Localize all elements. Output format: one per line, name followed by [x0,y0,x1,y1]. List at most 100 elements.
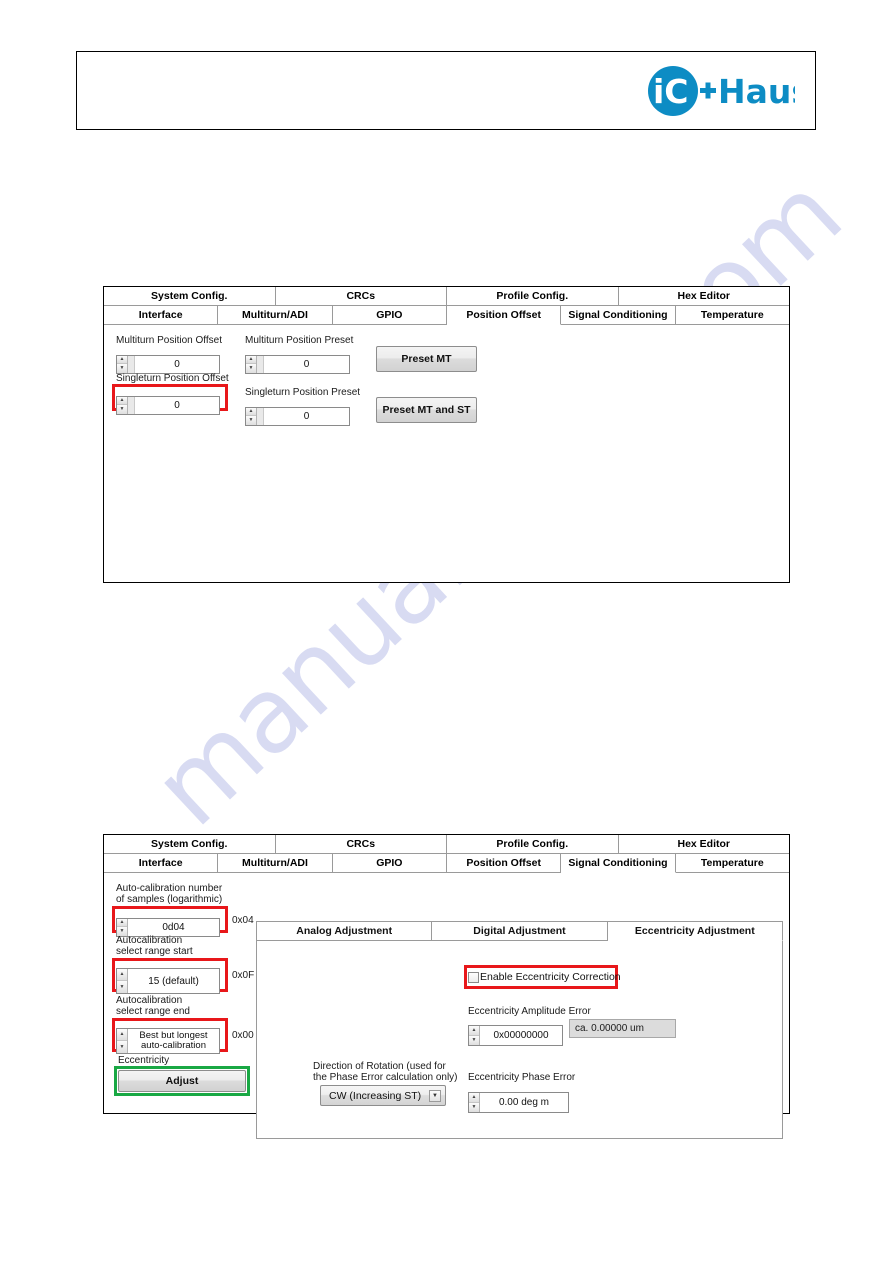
spinner-arrows[interactable]: ▲ ▼ [117,355,128,373]
tab-crcs[interactable]: CRCs [275,287,447,305]
checkbox-icon[interactable] [468,971,479,983]
spinner-arrows[interactable]: ▲ ▼ [117,1029,128,1053]
autocal-samples-label-line2: of samples (logarithmic) [116,894,223,905]
multiturn-position-offset-field[interactable]: ▲ ▼ 0 [116,347,220,374]
ic-haus-logo: iC Haus [645,65,795,117]
spinner-up-icon[interactable]: ▲ [469,1026,479,1036]
spinner-down-icon[interactable]: ▼ [117,981,127,993]
autocal-samples-spinner[interactable]: ▲ ▼ 0d04 [116,917,220,937]
eccentricity-amplitude-error-field[interactable]: ▲ ▼ 0x00000000 [468,1018,563,1047]
direction-of-rotation-label-line1: Direction of Rotation (used for [313,1061,446,1072]
singleturn-position-preset-spinner[interactable]: ▲ ▼ 0 [245,406,350,426]
spinner-arrows[interactable]: ▲ ▼ [469,1026,480,1046]
inner-tab-eccentricity-adjustment[interactable]: Eccentricity Adjustment [607,921,783,941]
eccentricity-phase-error-value[interactable]: 0.00 deg m [480,1093,568,1113]
eccentricity-phase-error-field[interactable]: ▲ ▼ 0.00 deg m [468,1085,569,1114]
spinner-arrows[interactable]: ▲ ▼ [469,1093,480,1113]
tab-position-offset[interactable]: Position Offset [446,306,562,325]
eccentricity-adjustment-body: Enable Eccentricity Correction Eccentric… [256,941,783,1139]
spinner-up-icon[interactable]: ▲ [117,355,127,365]
autocal-samples-value[interactable]: 0d04 [128,918,219,936]
tab-system-config[interactable]: System Config. [104,287,276,305]
adjustment-tabs-container: Analog Adjustment Digital Adjustment Ecc… [256,921,783,1147]
tab-temperature[interactable]: Temperature [675,854,789,873]
spinner-unit-strip [128,355,135,373]
spinner-down-icon[interactable]: ▼ [469,1102,479,1113]
multiturn-position-offset-value[interactable]: 0 [135,355,219,373]
tab-crcs[interactable]: CRCs [275,835,447,853]
tab-temperature[interactable]: Temperature [675,306,789,325]
multiturn-position-offset-spinner[interactable]: ▲ ▼ 0 [116,354,220,374]
direction-of-rotation-value: CW (Increasing ST) [329,1089,422,1102]
outer-tabstrip-row2: Interface Multiturn/ADI GPIO Position Of… [104,854,789,873]
preset-mt-button[interactable]: Preset MT [376,346,477,372]
autocal-range-end-value[interactable]: Best but longest auto-calibration [128,1029,219,1053]
eccentricity-amplitude-error-spinner[interactable]: ▲ ▼ 0x00000000 [468,1025,563,1047]
tab-profile-config[interactable]: Profile Config. [447,287,619,305]
tab-multiturn-adi[interactable]: Multiturn/ADI [218,854,333,873]
outer-tabstrip-row2: Interface Multiturn/ADI GPIO Position Of… [104,306,789,325]
spinner-down-icon[interactable]: ▼ [117,1041,127,1053]
multiturn-position-preset-value[interactable]: 0 [264,355,349,373]
spinner-up-icon[interactable]: ▲ [469,1093,479,1103]
spinner-arrows[interactable]: ▲ ▼ [117,969,128,993]
enable-eccentricity-correction-row[interactable]: Enable Eccentricity Correction [468,969,621,985]
autocal-range-start-spinner[interactable]: ▲ ▼ 15 (default) [116,968,220,994]
tab-multiturn-adi[interactable]: Multiturn/ADI [218,306,333,325]
tab-position-offset[interactable]: Position Offset [446,854,562,873]
tab-hex-editor[interactable]: Hex Editor [618,835,789,853]
eccentricity-phase-error-spinner[interactable]: ▲ ▼ 0.00 deg m [468,1092,569,1114]
spinner-up-icon[interactable]: ▲ [246,355,256,365]
outer-tabstrip-row1: System Config. CRCs Profile Config. Hex … [104,287,789,306]
multiturn-position-preset-field[interactable]: ▲ ▼ 0 [245,347,350,374]
spinner-down-icon[interactable]: ▼ [246,364,256,373]
preset-mt-and-st-button[interactable]: Preset MT and ST [376,397,477,423]
enable-eccentricity-highlight: Enable Eccentricity Correction [464,965,621,989]
singleturn-position-offset-spinner[interactable]: ▲ ▼ 0 [116,395,220,415]
singleturn-position-offset-highlight: ▲ ▼ 0 [112,384,228,415]
inner-tab-analog-adjustment[interactable]: Analog Adjustment [256,921,433,941]
spinner-unit-strip [257,355,264,373]
multiturn-position-preset-spinner[interactable]: ▲ ▼ 0 [245,354,350,374]
spinner-arrows[interactable]: ▲ ▼ [246,407,257,425]
spinner-arrows[interactable]: ▲ ▼ [117,918,128,936]
singleturn-position-offset-label: Singleturn Position Offset [116,373,229,384]
singleturn-position-preset-label: Singleturn Position Preset [245,387,361,398]
enable-eccentricity-correction-label[interactable]: Enable Eccentricity Correction [480,971,621,983]
tab-system-config[interactable]: System Config. [104,835,276,853]
spinner-down-icon[interactable]: ▼ [117,364,127,373]
position-offset-body: Multiturn Position Offset ▲ ▼ 0 Singletu… [104,325,789,573]
eccentricity-adjust-button[interactable]: Adjust [118,1070,246,1092]
singleturn-position-preset-value[interactable]: 0 [264,407,349,425]
eccentricity-amplitude-error-label: Eccentricity Amplitude Error [468,1006,591,1017]
singleturn-position-preset-field[interactable]: ▲ ▼ 0 [245,399,350,426]
tab-signal-conditioning[interactable]: Signal Conditioning [561,306,676,325]
direction-of-rotation-dropdown[interactable]: CW (Increasing ST) ▼ [320,1085,446,1106]
multiturn-position-offset-label: Multiturn Position Offset [116,335,222,346]
spinner-up-icon[interactable]: ▲ [117,396,127,406]
chevron-down-icon[interactable]: ▼ [429,1089,441,1102]
tab-profile-config[interactable]: Profile Config. [447,835,619,853]
singleturn-position-offset-value[interactable]: 0 [135,396,219,414]
spinner-arrows[interactable]: ▲ ▼ [246,355,257,373]
spinner-up-icon[interactable]: ▲ [117,918,127,928]
spinner-down-icon[interactable]: ▼ [469,1035,479,1046]
adjustment-tabstrip: Analog Adjustment Digital Adjustment Ecc… [256,921,783,941]
spinner-up-icon[interactable]: ▲ [246,407,256,417]
tab-signal-conditioning[interactable]: Signal Conditioning [561,854,676,873]
tab-interface[interactable]: Interface [104,854,219,873]
tab-gpio[interactable]: GPIO [332,306,447,325]
signal-conditioning-window: System Config. CRCs Profile Config. Hex … [103,834,790,1139]
inner-tab-digital-adjustment[interactable]: Digital Adjustment [432,921,608,941]
autocal-range-start-value[interactable]: 15 (default) [128,969,219,993]
tab-gpio[interactable]: GPIO [332,854,447,873]
spinner-arrows[interactable]: ▲ ▼ [117,396,128,414]
eccentricity-amplitude-error-value[interactable]: 0x00000000 [480,1026,562,1046]
autocal-range-end-spinner[interactable]: ▲ ▼ Best but longest auto-calibration [116,1028,220,1054]
tab-hex-editor[interactable]: Hex Editor [618,287,789,305]
spinner-up-icon[interactable]: ▲ [117,1029,127,1041]
spinner-up-icon[interactable]: ▲ [117,969,127,981]
tab-interface[interactable]: Interface [104,306,219,325]
spinner-down-icon[interactable]: ▼ [246,416,256,425]
spinner-down-icon[interactable]: ▼ [117,405,127,414]
